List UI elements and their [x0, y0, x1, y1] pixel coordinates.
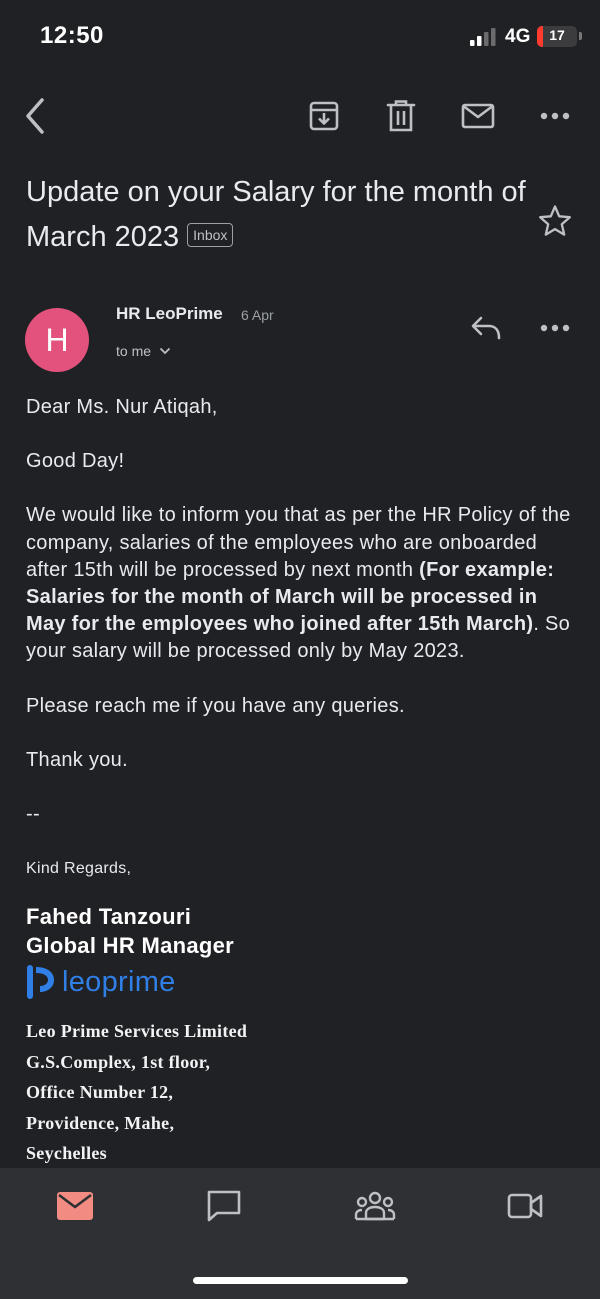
signature-name: Fahed Tanzouri [26, 904, 192, 930]
address-line-2: Office Number 12, [26, 1082, 174, 1103]
chevron-down-icon [159, 347, 171, 355]
policy-paragraph: We would like to inform you that as per … [26, 502, 578, 665]
mark-unread-button[interactable] [456, 94, 500, 138]
more-horizontal-icon [540, 324, 570, 332]
nav-chat-tab[interactable] [194, 1184, 254, 1228]
company-name: Leo Prime Services Limited [26, 1021, 248, 1042]
sender-name[interactable]: HR LeoPrime [116, 304, 223, 324]
address-line-4: Seychelles [26, 1143, 107, 1164]
leoprime-logo: leoprime [26, 964, 578, 1000]
subject-text: Update on your Salary for the month of M… [26, 176, 526, 253]
signature-title: Global HR Manager [26, 933, 235, 959]
star-button[interactable] [534, 200, 576, 242]
meet-video-icon [507, 1193, 543, 1219]
good-day-line: Good Day! [26, 450, 125, 473]
spaces-icon [354, 1191, 396, 1221]
reach-out-line: Please reach me if you have any queries. [26, 694, 405, 717]
email-toolbar [0, 88, 600, 144]
sender-avatar[interactable]: H [25, 308, 89, 372]
signature-separator: -- [26, 803, 40, 826]
battery-icon: 17 [537, 26, 577, 47]
more-options-button[interactable] [533, 94, 577, 138]
battery-percentage: 17 [549, 27, 565, 43]
thanks-line: Thank you. [26, 748, 128, 771]
signature-block: Fahed Tanzouri Global HR Manager [26, 902, 578, 960]
mail-icon [57, 1192, 93, 1220]
email-date: 6 Apr [241, 307, 274, 323]
leoprime-logo-text: leoprime [62, 965, 176, 998]
network-type: 4G [505, 26, 531, 47]
archive-button[interactable] [302, 94, 346, 138]
recipient-text: to me [116, 343, 152, 359]
back-arrow-icon [26, 98, 44, 134]
nav-spaces-tab[interactable] [345, 1184, 405, 1228]
reply-icon [471, 316, 501, 340]
nav-meet-tab[interactable] [495, 1184, 555, 1228]
trash-icon [386, 100, 416, 132]
more-horizontal-icon [540, 112, 570, 120]
home-indicator[interactable] [193, 1277, 408, 1284]
regards-line: Kind Regards, [26, 860, 132, 878]
leoprime-logo-mark [27, 965, 54, 1000]
status-bar: 12:50 4G 17 [0, 0, 600, 72]
battery-tip [579, 32, 582, 40]
address-line-1: G.S.Complex, 1st floor, [26, 1051, 211, 1072]
nav-mail-tab[interactable] [45, 1184, 105, 1228]
chat-icon [207, 1190, 241, 1222]
recipient-details-toggle[interactable]: to me [116, 343, 171, 359]
email-body: Dear Ms. Nur Atiqah, Good Day! We would … [26, 394, 578, 1169]
reply-button[interactable] [464, 306, 508, 350]
greeting: Dear Ms. Nur Atiqah, [26, 396, 218, 418]
email-subject: Update on your Salary for the month of M… [26, 170, 526, 260]
archive-icon [309, 101, 339, 131]
back-button[interactable] [14, 94, 58, 138]
address-line-3: Providence, Mahe, [26, 1112, 175, 1133]
star-icon [539, 205, 571, 236]
delete-button[interactable] [379, 94, 423, 138]
signal-strength-icon [470, 28, 496, 46]
status-time: 12:50 [40, 22, 104, 49]
mark-unread-mail-icon [461, 103, 495, 129]
company-address: Leo Prime Services Limited G.S.Complex, … [26, 1016, 578, 1169]
inbox-label-chip[interactable]: Inbox [187, 223, 234, 248]
message-more-button[interactable] [533, 306, 577, 350]
